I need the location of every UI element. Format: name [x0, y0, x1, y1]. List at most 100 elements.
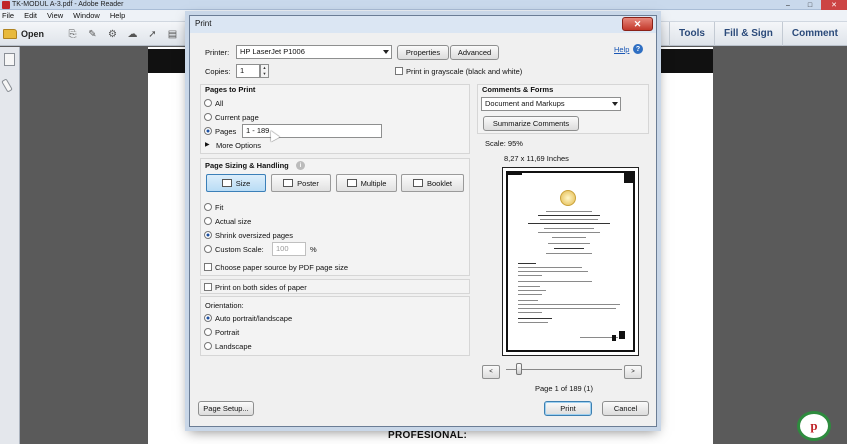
tools-tab[interactable]: Tools: [669, 22, 714, 46]
comment-tab[interactable]: Comment: [781, 22, 847, 46]
app-title: TK-MODUL A-3.pdf - Adobe Reader: [12, 1, 124, 8]
print-button[interactable]: Print: [544, 401, 592, 416]
copies-label: Copies:: [205, 67, 231, 76]
shrink-oversized-radio[interactable]: [204, 231, 212, 239]
help-icon[interactable]: ?: [633, 44, 643, 54]
preview-paper-size: 8,27 x 11,69 Inches: [504, 154, 569, 163]
custom-scale-unit: %: [310, 245, 317, 254]
help-link[interactable]: Help: [614, 45, 629, 54]
create-pdf-icon[interactable]: ⎘: [64, 26, 81, 42]
edit-pdf-icon[interactable]: ✎: [84, 26, 101, 42]
minimize-button[interactable]: –: [777, 0, 799, 10]
preview-corner-block: [624, 173, 635, 183]
watermark-logo: p: [797, 411, 831, 441]
pages-range-input[interactable]: 1 - 189: [242, 124, 382, 138]
open-button[interactable]: Open: [3, 26, 44, 42]
poster-mode-button[interactable]: Poster: [271, 174, 331, 192]
open-label: Open: [21, 29, 45, 39]
toolbar-right-tabs: Tools Fill & Sign Comment: [669, 22, 847, 46]
multiple-mode-label: Multiple: [360, 178, 387, 188]
menu-edit[interactable]: Edit: [24, 11, 37, 20]
dialog-title: Print: [195, 19, 212, 28]
actual-size-label: Actual size: [215, 217, 252, 226]
page-sizing-heading: Page Sizing & Handling: [205, 161, 289, 170]
menu-file[interactable]: File: [2, 11, 14, 20]
folder-icon: [3, 29, 17, 39]
auto-orientation-radio[interactable]: [204, 314, 212, 322]
dialog-close-button[interactable]: ✕: [622, 17, 653, 31]
cancel-button[interactable]: Cancel: [602, 401, 649, 416]
upload-cloud-icon[interactable]: ☁: [124, 26, 141, 42]
printer-select[interactable]: HP LaserJet P1006: [236, 45, 392, 59]
size-mode-button[interactable]: Size: [206, 174, 266, 192]
chevron-down-icon: [383, 50, 389, 54]
portrait-radio[interactable]: [204, 328, 212, 336]
custom-scale-input[interactable]: 100: [272, 242, 306, 256]
shrink-oversized-label: Shrink oversized pages: [215, 231, 293, 240]
pages-all-radio[interactable]: [204, 99, 212, 107]
size-mode-label: Size: [235, 178, 251, 188]
left-navigation-pane: [0, 47, 20, 444]
advanced-button[interactable]: Advanced: [450, 45, 499, 60]
preview-prev-button[interactable]: <: [482, 365, 500, 379]
combine-icon[interactable]: ⚙: [104, 26, 121, 42]
menu-view[interactable]: View: [47, 11, 63, 20]
orientation-heading: Orientation:: [205, 301, 244, 310]
comments-forms-select[interactable]: Document and Markups: [481, 97, 621, 111]
print-dialog: Print ✕ Printer: HP LaserJet P1006 Prope…: [189, 15, 657, 427]
page-thumbnails-icon[interactable]: [4, 53, 15, 66]
multiple-mode-button[interactable]: Multiple: [336, 174, 397, 192]
preview-scale: Scale: 95%: [485, 139, 523, 148]
page-setup-button[interactable]: Page Setup...: [198, 401, 254, 416]
preview-page-slider[interactable]: [506, 369, 622, 370]
preview-stamp-block: [612, 335, 616, 341]
booklet-mode-button[interactable]: Booklet: [401, 174, 464, 192]
copies-stepper[interactable]: ▲ ▼: [260, 64, 269, 78]
chevron-down-icon: [612, 102, 618, 106]
both-sides-checkbox[interactable]: [204, 283, 212, 291]
preview-slider-thumb[interactable]: [516, 363, 522, 375]
fill-sign-tab[interactable]: Fill & Sign: [713, 22, 782, 46]
pages-range-radio[interactable]: [204, 127, 212, 135]
preview-page-counter: Page 1 of 189 (1): [535, 384, 593, 393]
preview-emblem-icon: [560, 190, 576, 206]
auto-orientation-label: Auto portrait/landscape: [215, 314, 293, 323]
copies-input[interactable]: 1: [236, 64, 260, 78]
preview-next-button[interactable]: >: [624, 365, 642, 379]
poster-icon: [283, 179, 294, 187]
poster-mode-label: Poster: [297, 178, 319, 188]
custom-scale-label: Custom Scale:: [215, 245, 264, 254]
menu-window[interactable]: Window: [73, 11, 100, 20]
pages-to-print-heading: Pages to Print: [205, 85, 256, 94]
multiple-icon: [346, 179, 357, 187]
booklet-mode-label: Booklet: [426, 178, 453, 188]
paper-source-checkbox[interactable]: [204, 263, 212, 271]
pages-range-label: Pages: [215, 127, 237, 136]
send-icon[interactable]: ➚: [144, 26, 161, 42]
current-page-radio[interactable]: [204, 113, 212, 121]
portrait-label: Portrait: [215, 328, 240, 337]
preview-page: [506, 171, 635, 352]
save-icon[interactable]: ▤: [164, 26, 181, 42]
window-close-button[interactable]: ✕: [821, 0, 847, 10]
more-options-caret-icon[interactable]: ▶: [205, 141, 210, 148]
comments-forms-value: Document and Markups: [485, 99, 565, 108]
properties-button[interactable]: Properties: [397, 45, 449, 60]
more-options-toggle[interactable]: More Options: [216, 141, 261, 150]
landscape-radio[interactable]: [204, 342, 212, 350]
actual-size-radio[interactable]: [204, 217, 212, 225]
custom-scale-radio[interactable]: [204, 245, 212, 253]
dialog-titlebar: Print ✕: [190, 16, 656, 33]
grayscale-checkbox[interactable]: [395, 67, 403, 75]
summarize-comments-button[interactable]: Summarize Comments: [483, 116, 579, 131]
fit-radio[interactable]: [204, 203, 212, 211]
attachments-icon[interactable]: [1, 78, 13, 93]
info-icon[interactable]: i: [296, 161, 305, 170]
both-sides-label: Print on both sides of paper: [215, 283, 307, 292]
preview-stamp-block: [619, 331, 625, 339]
document-heading: PROFESIONAL:: [388, 430, 468, 441]
menu-help[interactable]: Help: [110, 11, 125, 20]
maximize-button[interactable]: □: [799, 0, 821, 10]
booklet-icon: [412, 179, 423, 187]
current-page-label: Current page: [215, 113, 259, 122]
